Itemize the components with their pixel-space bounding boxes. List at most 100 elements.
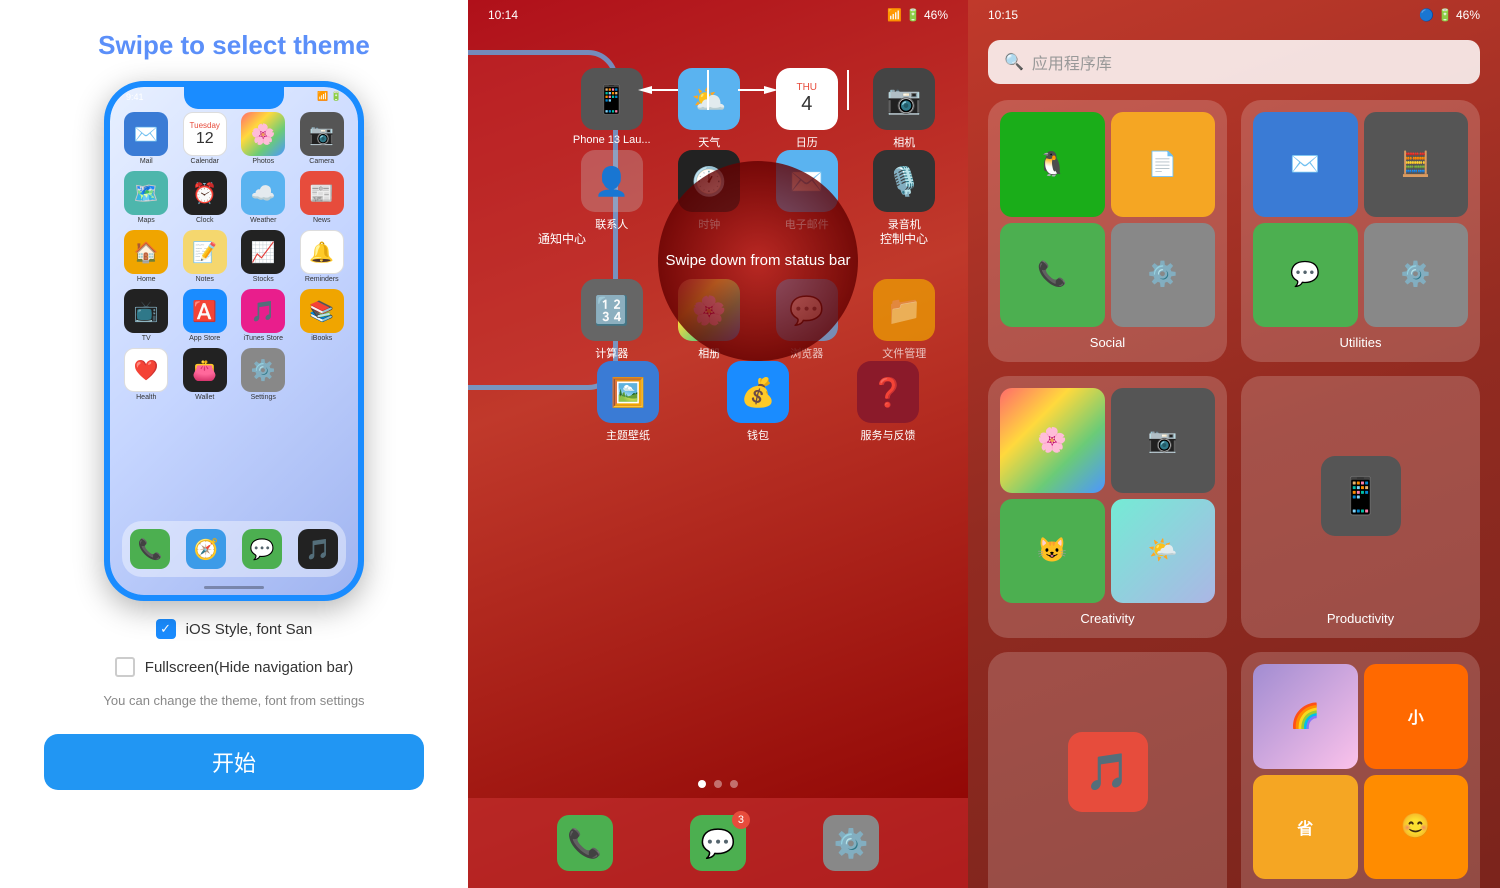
- mi-icon: 小: [1364, 664, 1469, 769]
- list-item: 🎵 iTunes Store: [237, 289, 290, 342]
- phone13-icon: 📱: [581, 68, 643, 130]
- folder-creativity-icons: 🌸 📷 😺 🌤️: [1000, 388, 1215, 603]
- fullscreen-checkbox[interactable]: [115, 657, 135, 677]
- theme-icon: 🖼️: [597, 361, 659, 423]
- middle-background: 10:14 📶 🔋 46% 📱 Phone 13 Lau... ⛅ 天气 THU: [468, 0, 968, 888]
- page-dots: [698, 780, 738, 788]
- home-app-icon: 🏠: [124, 230, 168, 274]
- middle-app-area: 📱 Phone 13 Lau... ⛅ 天气 THU 4 日历 📷 相机: [548, 60, 968, 443]
- dock-messages: 💬 3: [690, 815, 746, 871]
- weather-icon: ⛅: [678, 68, 740, 130]
- folder-others[interactable]: 🌈 小 省 😊 Others: [1241, 652, 1480, 888]
- list-item: 📱 Phone 13 Lau...: [568, 68, 656, 150]
- camera-icon: 📷: [873, 68, 935, 130]
- right-status-time: 10:15: [988, 8, 1018, 22]
- photos-app-icon: 🌸: [241, 112, 285, 156]
- ios-style-checkbox-row: ✓ iOS Style, font San: [156, 619, 313, 639]
- creativity-label: Creativity: [1000, 611, 1215, 626]
- list-item: 🖼️ 主题壁纸: [568, 361, 688, 443]
- list-item: ❓ 服务与反馈: [828, 361, 948, 443]
- folder-productivity-icons: 📱: [1253, 388, 1468, 603]
- dock-safari-icon: 🧭: [186, 529, 226, 569]
- phone-screen: 9:41 📶 🔋 ✉️ Mail Tuesday 12 Calendar: [110, 87, 358, 595]
- gray-icon: ⚙️: [1111, 223, 1216, 328]
- ibooks-app-icon: 📚: [300, 289, 344, 333]
- dot-1: [698, 780, 706, 788]
- appstore-app-icon: 🅰️: [183, 289, 227, 333]
- status-icons: 📶 🔋: [317, 91, 342, 102]
- left-panel: Swipe to select theme 9:41 📶 🔋 ✉️ Mail T…: [0, 0, 468, 888]
- folder-social[interactable]: 🐧 📄 📞 ⚙️ Social: [988, 100, 1227, 362]
- list-item: ⛅ 天气: [666, 68, 754, 150]
- dot-3: [730, 780, 738, 788]
- mail-app-icon: ✉️: [124, 112, 168, 156]
- folder-music[interactable]: 🎵 Music: [988, 652, 1227, 888]
- app-row-1: 📱 Phone 13 Lau... ⛅ 天气 THU 4 日历 📷 相机: [548, 60, 968, 150]
- wallet-app-icon: 👛: [183, 348, 227, 392]
- phone-mockup: 9:41 📶 🔋 ✉️ Mail Tuesday 12 Calendar: [104, 81, 364, 601]
- reminders-app-icon: 🔔: [300, 230, 344, 274]
- search-placeholder: 应用程序库: [1032, 50, 1112, 74]
- calendar-app-icon: Tuesday 12: [183, 112, 227, 156]
- list-item: 📈 Stocks: [237, 230, 290, 283]
- phone-home-grid: ✉️ Mail Tuesday 12 Calendar 🌸 Photos: [110, 102, 358, 407]
- list-item: 📚 iBooks: [296, 289, 349, 342]
- folder-social-icons: 🐧 📄 📞 ⚙️: [1000, 112, 1215, 327]
- folder-utilities-icons: ✉️ 🧮 💬 ⚙️: [1253, 112, 1468, 327]
- swipe-hint-area: Swipe down from status bar: [548, 242, 968, 279]
- app-row-4: 🖼️ 主题壁纸 💰 钱包 ❓ 服务与反馈: [548, 361, 968, 443]
- folder-creativity[interactable]: 🌸 📷 😺 🌤️ Creativity: [988, 376, 1227, 638]
- cat-icon: 😺: [1000, 499, 1105, 604]
- news-app-icon: 📰: [300, 171, 344, 215]
- list-item: 📷 相机: [861, 68, 949, 150]
- dock-messages-icon: 💬: [242, 529, 282, 569]
- notification-center-label: 通知中心: [538, 230, 586, 247]
- home-indicator: [204, 586, 264, 589]
- middle-panel: 10:14 📶 🔋 46% 📱 Phone 13 Lau... ⛅ 天气 THU: [468, 0, 968, 888]
- list-item: 👤 联系人: [568, 150, 656, 232]
- cloud-create-icon: 🌤️: [1111, 499, 1216, 604]
- feedback-icon: ❓: [857, 361, 919, 423]
- search-icon: 🔍: [1004, 52, 1024, 72]
- photos-create-icon: 🌸: [1000, 388, 1105, 493]
- list-item: 🔢 计算器: [568, 279, 656, 361]
- list-item: THU 4 日历: [763, 68, 851, 150]
- stocks-app-icon: 📈: [241, 230, 285, 274]
- list-item: 🅰️ App Store: [179, 289, 232, 342]
- app-library-grid: 🐧 📄 📞 ⚙️ Social ✉️ 🧮 💬 ⚙️ Utilities 🌸 📷 …: [988, 100, 1480, 868]
- mail-util-icon: ✉️: [1253, 112, 1358, 217]
- middle-status-time: 10:14: [488, 8, 518, 22]
- list-item: 🎙️ 录音机: [861, 150, 949, 232]
- list-item: 📷 Camera: [296, 112, 349, 165]
- list-item: 📰 News: [296, 171, 349, 224]
- clock-app-icon: ⏰: [183, 171, 227, 215]
- middle-status-right: 📶 🔋 46%: [887, 8, 948, 22]
- maps-app-icon: 🗺️: [124, 171, 168, 215]
- settings-app-icon: ⚙️: [241, 348, 285, 392]
- camera-create-icon: 📷: [1111, 388, 1216, 493]
- list-item: ⏰ Clock: [179, 171, 232, 224]
- contacts-icon: 👤: [581, 150, 643, 212]
- middle-status-bar: 10:14 📶 🔋 46%: [468, 0, 968, 30]
- weather-app-icon: ☁️: [241, 171, 285, 215]
- messages-badge: 3: [732, 811, 750, 829]
- search-bar[interactable]: 🔍 应用程序库: [988, 40, 1480, 84]
- notes-app-icon: 📝: [183, 230, 227, 274]
- list-item: 🔔 Reminders: [296, 230, 349, 283]
- status-time: 9:41: [126, 92, 144, 102]
- qq-icon: 🐧: [1000, 112, 1105, 217]
- list-item: ❤️ Health: [120, 348, 173, 401]
- control-center-label: 控制中心: [880, 230, 928, 247]
- calc-util-icon: 🧮: [1364, 112, 1469, 217]
- folder-productivity[interactable]: 📱 Productivity: [1241, 376, 1480, 638]
- swipe-down-label: Swipe down from status bar: [548, 242, 968, 279]
- ios-style-checkbox[interactable]: ✓: [156, 619, 176, 639]
- wallet-icon: 💰: [727, 361, 789, 423]
- right-status-bar: 10:15 🔵 🔋 46%: [968, 0, 1500, 30]
- start-button[interactable]: 开始: [44, 734, 424, 790]
- middle-dock: 📞 💬 3 ⚙️: [468, 798, 968, 888]
- right-status-icons: 🔵 🔋 46%: [1419, 8, 1480, 22]
- folder-utilities[interactable]: ✉️ 🧮 💬 ⚙️ Utilities: [1241, 100, 1480, 362]
- settings-util-icon: ⚙️: [1364, 223, 1469, 328]
- tv-app-icon: 📺: [124, 289, 168, 333]
